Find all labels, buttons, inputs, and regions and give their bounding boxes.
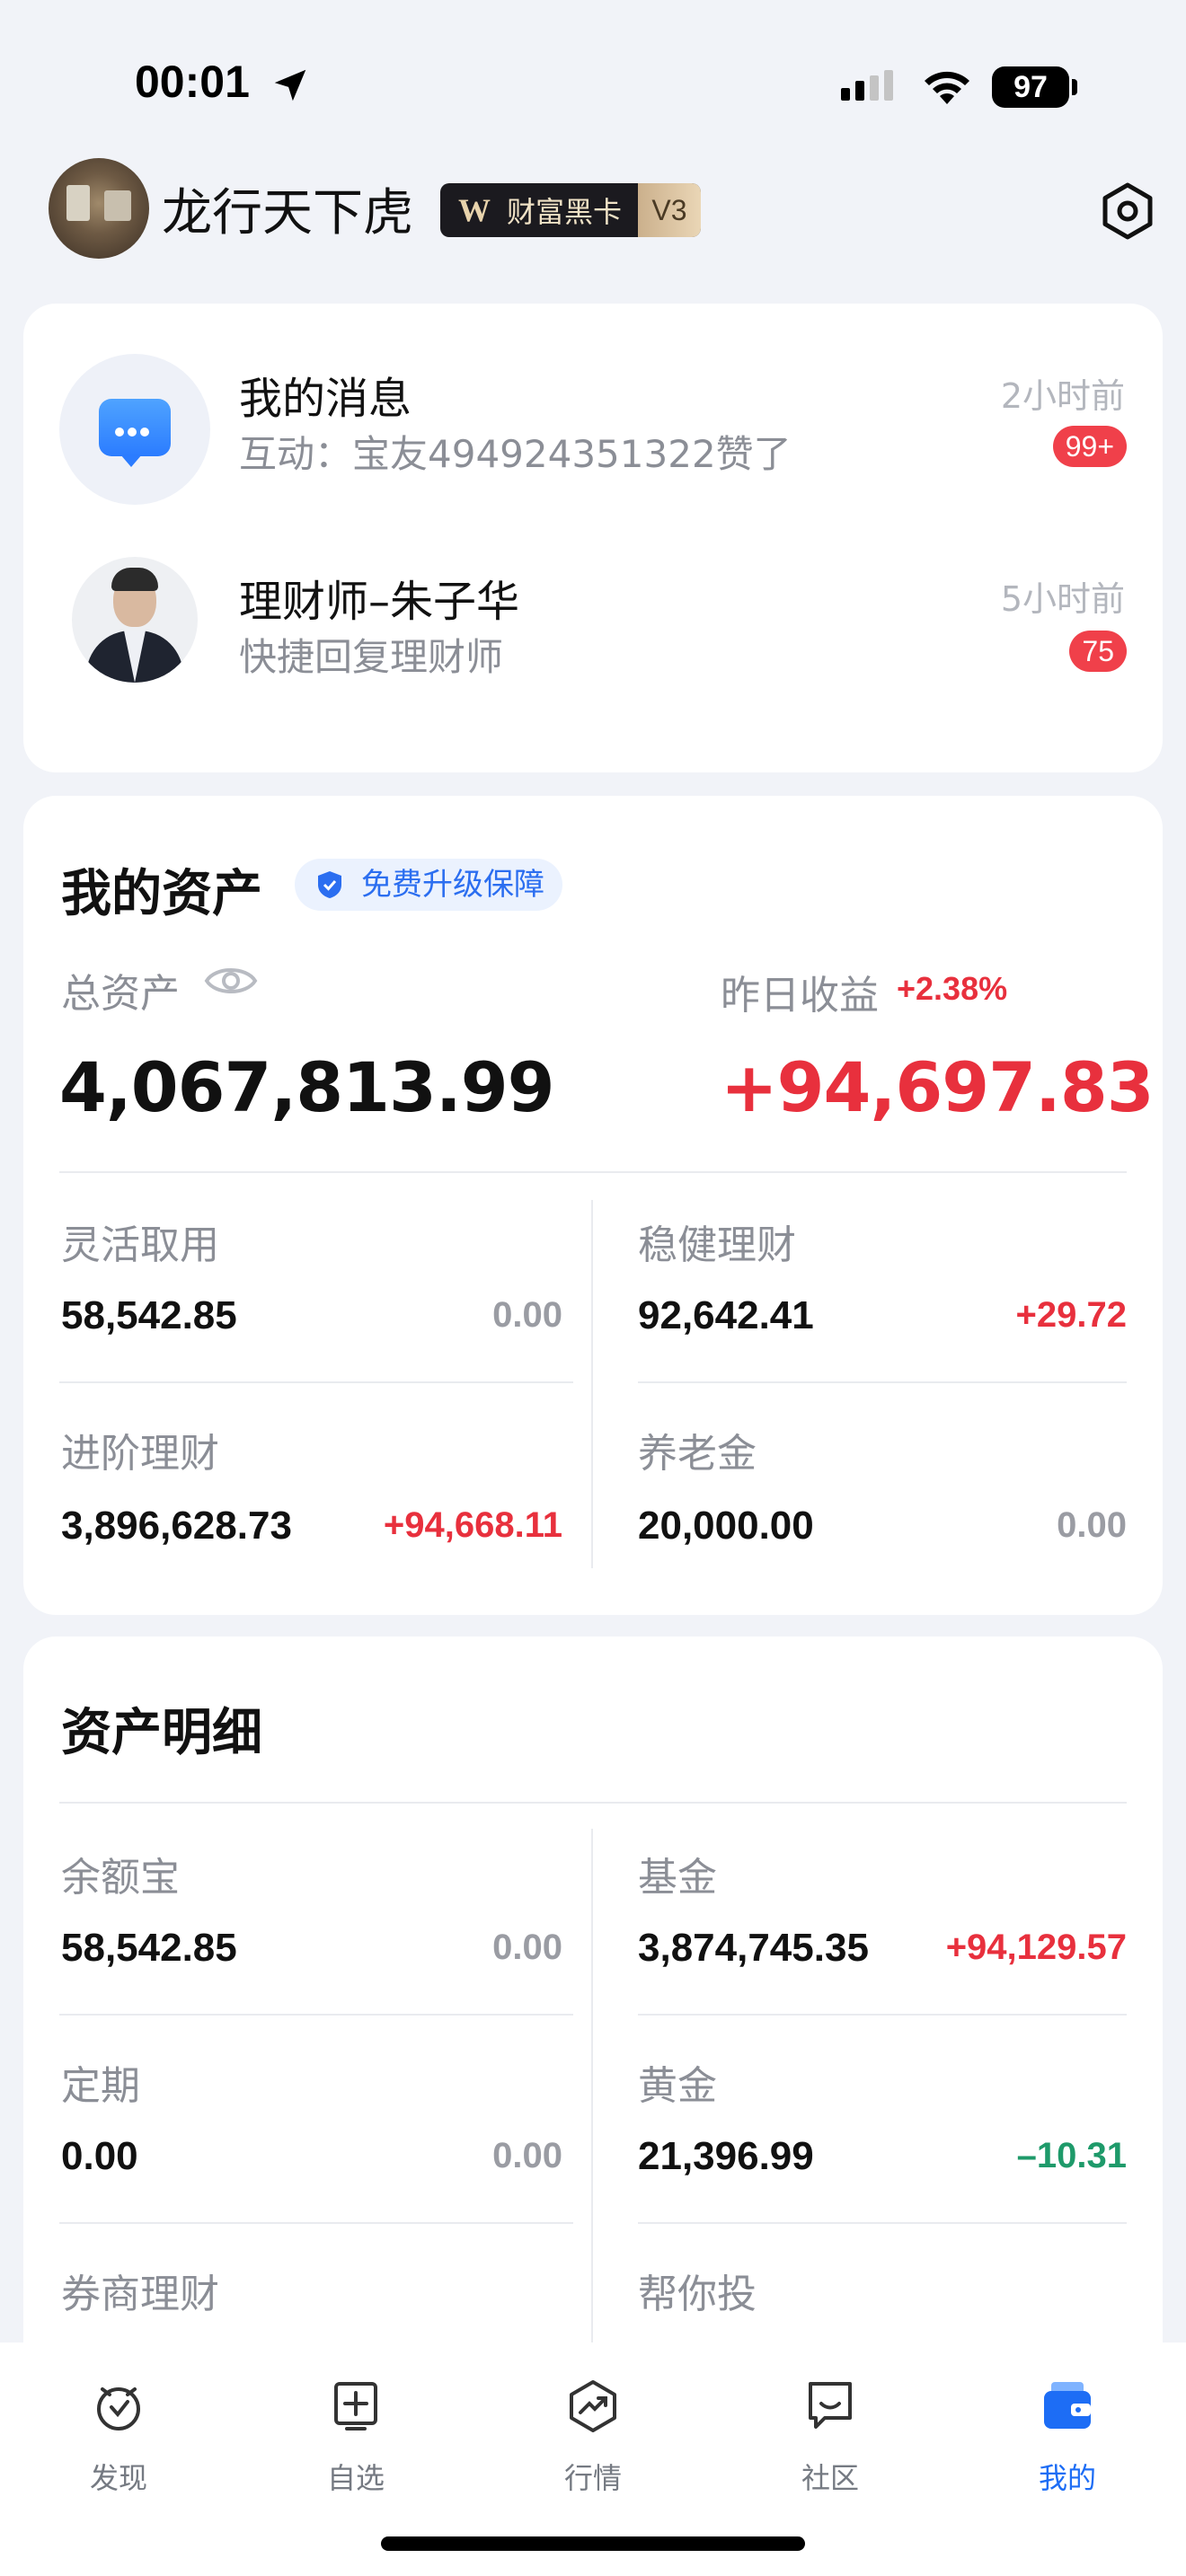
status-time: 00:01: [135, 57, 250, 107]
cell-value: 21,396.99: [638, 2134, 814, 2178]
section-title: 我的资产: [61, 865, 262, 923]
divider: [638, 2222, 1127, 2224]
yesterday-earnings-value: +94,697.83: [721, 1047, 1155, 1127]
message-title: 我的消息: [239, 374, 412, 424]
vip-label: 财富黑卡: [507, 195, 623, 229]
watchlist-icon: [334, 2382, 377, 2430]
user-avatar[interactable]: [49, 158, 149, 259]
profile-header: 龙行天下虎 W 财富黑卡 V3: [0, 153, 1186, 269]
cell-label: 帮你投: [638, 2272, 757, 2317]
tab-label: 行情: [563, 2461, 622, 2495]
cell-label: 券商理财: [61, 2272, 219, 2317]
battery-indicator: 97: [992, 66, 1069, 108]
section-title: 资产明细: [61, 1704, 262, 1762]
advisor-avatar: [72, 557, 198, 683]
yesterday-earnings-label: 昨日收益: [721, 973, 879, 1019]
vip-level: V3: [638, 183, 701, 237]
cell-label: 定期: [61, 2063, 140, 2109]
cell-value: 3,896,628.73: [61, 1504, 292, 1548]
shield-icon: [318, 871, 341, 898]
cell-label: 黄金: [638, 2063, 717, 2109]
vertical-divider: [591, 1200, 593, 1568]
message-icon-wrap: [59, 354, 210, 505]
divider: [59, 2222, 573, 2224]
vip-logo-icon: W: [458, 192, 491, 228]
tab-label: 自选: [326, 2461, 385, 2495]
cell-change: 0.00: [492, 2136, 562, 2175]
message-subtitle: 互动：宝友494924351322赞了: [239, 432, 792, 476]
cell-label: 灵活取用: [61, 1222, 219, 1268]
divider: [59, 1381, 573, 1383]
cell-value: 58,542.85: [61, 1293, 237, 1337]
yesterday-earnings-pct: +2.38%: [897, 970, 1008, 1007]
cellular-signal-icon: [841, 70, 893, 101]
tab-label: 发现: [89, 2461, 147, 2495]
tab-market[interactable]: 行情: [503, 2369, 683, 2504]
total-assets-label: 总资产: [61, 971, 180, 1017]
tab-label: 社区: [801, 2461, 859, 2495]
cell-value: 0.00: [61, 2134, 138, 2178]
divider: [59, 1171, 1127, 1173]
cell-change: +94,129.57: [945, 1928, 1127, 1967]
divider: [59, 2014, 573, 2016]
community-icon: [809, 2382, 852, 2429]
cell-change: 0.00: [492, 1928, 562, 1967]
guarantee-pill[interactable]: 免费升级保障: [295, 859, 562, 911]
message-title: 理财师–朱子华: [239, 577, 520, 627]
market-icon: [570, 2380, 616, 2432]
status-bar: 00:01 97: [0, 0, 1186, 144]
cell-value: 92,642.41: [638, 1293, 814, 1337]
unread-badge: 75: [1069, 631, 1127, 672]
messages-card: 我的消息 互动：宝友494924351322赞了 2小时前 99+ 理财师–朱子…: [23, 304, 1163, 772]
tab-mine[interactable]: 我的: [978, 2369, 1157, 2504]
message-time: 5小时前: [1000, 579, 1125, 619]
vip-badge[interactable]: W 财富黑卡 V3: [440, 183, 701, 237]
divider: [638, 1381, 1127, 1383]
battery-nub: [1072, 79, 1077, 95]
message-subtitle: 快捷回复理财师: [239, 635, 504, 679]
location-arrow-icon: [274, 69, 306, 101]
divider: [638, 2014, 1127, 2016]
my-assets-card: 我的资产 免费升级保障 总资产 4,067,813.99 昨日收益 +2.38%…: [23, 796, 1163, 1615]
wallet-icon: [1044, 2382, 1091, 2429]
username[interactable]: 龙行天下虎: [162, 172, 413, 245]
cell-label: 进阶理财: [61, 1431, 219, 1477]
cell-change: 0.00: [492, 1295, 562, 1335]
cell-label: 稳健理财: [638, 1222, 796, 1268]
cell-label: 基金: [638, 1855, 717, 1901]
tab-label: 我的: [1038, 2461, 1096, 2495]
cell-value: 3,874,745.35: [638, 1926, 869, 1970]
cell-change: +29.72: [1015, 1295, 1127, 1335]
cell-label: 养老金: [638, 1431, 757, 1477]
cell-change: 0.00: [1057, 1505, 1127, 1545]
tab-discover[interactable]: 发现: [29, 2369, 208, 2504]
message-time: 2小时前: [1000, 376, 1125, 416]
cell-value: 20,000.00: [638, 1504, 814, 1548]
discover-icon: [97, 2387, 140, 2430]
message-row-advisor[interactable]: 理财师–朱子华 快捷回复理财师 5小时前 75: [23, 507, 1163, 704]
cell-change: –10.31: [1016, 2136, 1127, 2175]
tab-watchlist[interactable]: 自选: [266, 2369, 446, 2504]
cell-value: 58,542.85: [61, 1926, 237, 1970]
tab-community[interactable]: 社区: [740, 2369, 920, 2504]
home-indicator: [381, 2536, 805, 2551]
total-assets-value: 4,067,813.99: [59, 1047, 555, 1127]
guarantee-label: 免费升级保障: [361, 867, 544, 903]
chat-bubble-icon: [99, 399, 171, 467]
divider: [59, 1802, 1127, 1804]
wifi-icon: [925, 71, 969, 104]
message-row-notifications[interactable]: 我的消息 互动：宝友494924351322赞了 2小时前 99+: [23, 304, 1163, 505]
cell-label: 余额宝: [61, 1855, 180, 1901]
eye-icon[interactable]: [203, 961, 259, 1001]
unread-badge: 99+: [1052, 426, 1127, 467]
settings-icon[interactable]: [1096, 180, 1159, 243]
cell-change: +94,668.11: [383, 1505, 562, 1545]
